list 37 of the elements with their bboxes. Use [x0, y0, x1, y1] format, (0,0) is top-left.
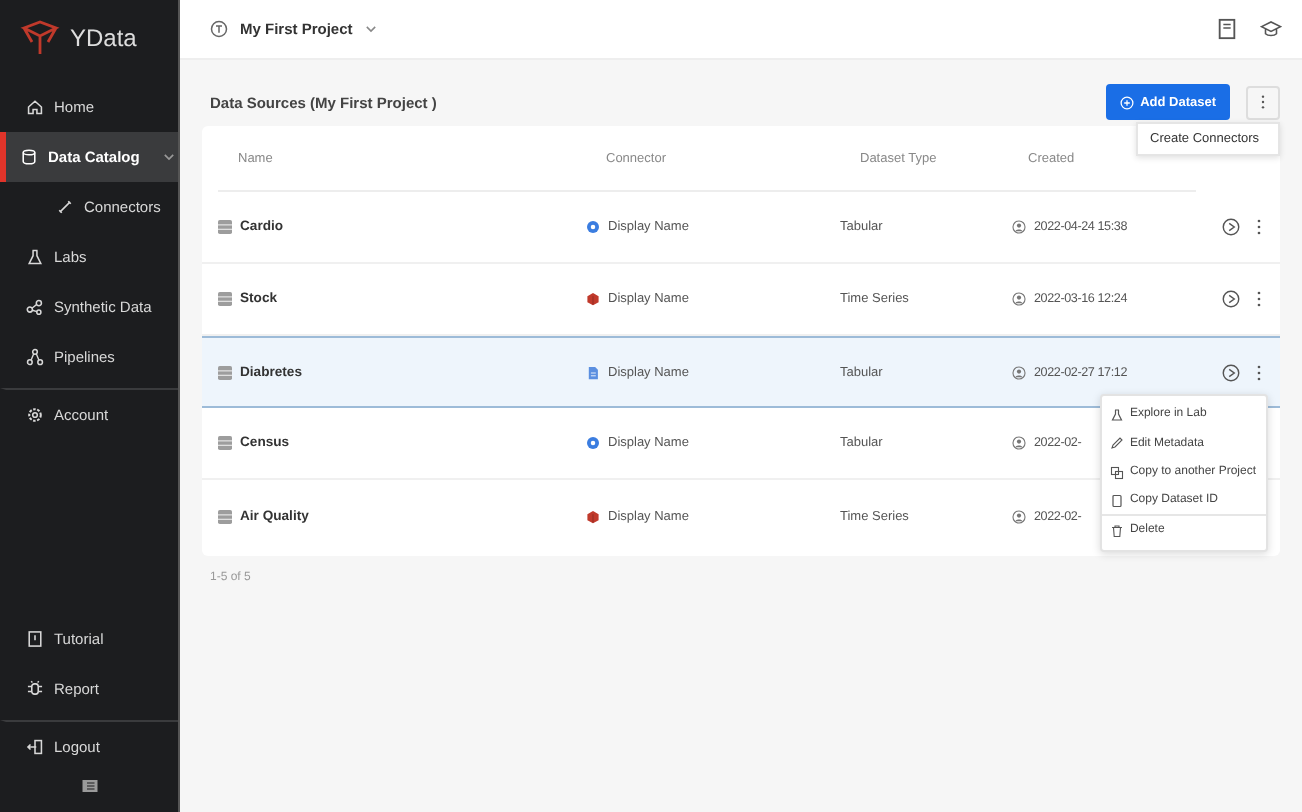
home-icon	[26, 98, 44, 116]
play-circle-icon	[1222, 218, 1240, 236]
flask-icon	[26, 248, 44, 266]
trash-icon	[1109, 523, 1124, 538]
bug-icon	[26, 680, 44, 698]
pipeline-icon	[26, 348, 44, 366]
logo-icon	[20, 18, 60, 58]
database-icon	[20, 148, 38, 166]
graduation-cap-icon	[1260, 18, 1282, 40]
table-icon	[218, 292, 232, 306]
logout-icon	[26, 737, 44, 755]
user-icon	[1012, 365, 1026, 379]
nodes-icon	[26, 298, 44, 316]
user-icon	[1012, 220, 1026, 234]
pencil-icon	[1109, 436, 1124, 451]
plus-circle-icon	[1120, 95, 1135, 109]
link-icon	[56, 198, 74, 216]
chevron-down-icon	[161, 150, 176, 164]
book-icon	[26, 630, 44, 648]
collapse-icon	[81, 780, 97, 792]
play-circle-icon	[1222, 363, 1240, 381]
logo-text: YData	[70, 24, 137, 52]
table-icon	[218, 220, 232, 234]
more-button[interactable]	[1246, 85, 1280, 119]
user-icon	[1012, 292, 1026, 306]
table-icon	[218, 436, 232, 450]
project-icon	[210, 20, 228, 38]
settings-icon	[26, 405, 44, 423]
table-icon	[218, 365, 232, 379]
more-icon	[1260, 94, 1266, 110]
chevron-down-icon	[364, 22, 379, 36]
table-icon	[218, 509, 232, 523]
play-circle-icon	[1222, 290, 1240, 308]
book-icon	[1216, 18, 1238, 40]
flask-icon	[1109, 407, 1124, 422]
user-icon	[1012, 509, 1026, 523]
user-icon	[1012, 436, 1026, 450]
